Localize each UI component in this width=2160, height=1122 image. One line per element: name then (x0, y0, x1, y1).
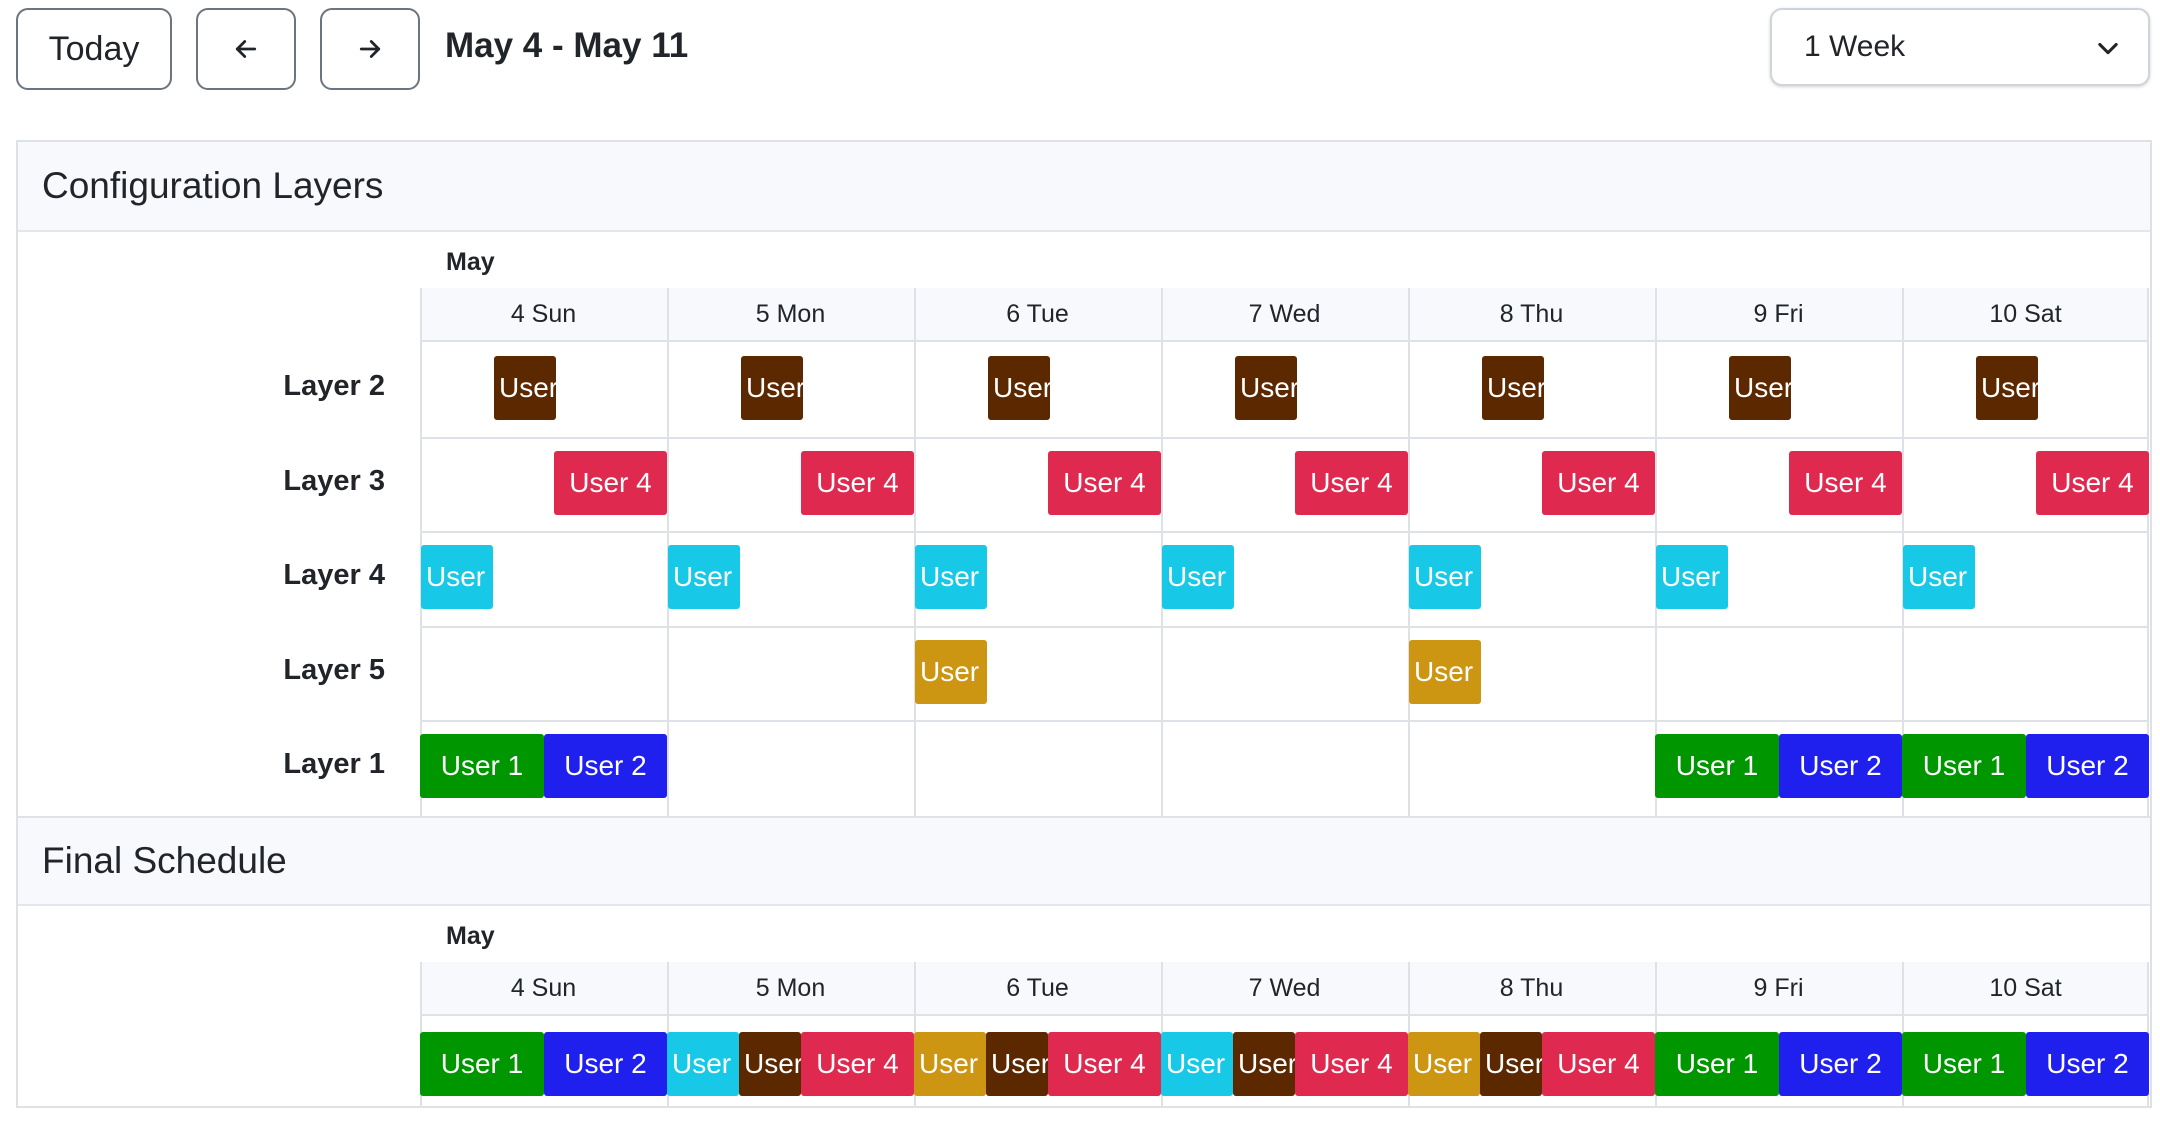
view-range-value: 1 Week (1804, 30, 1906, 63)
chevron-down-icon (2098, 42, 2118, 55)
layer-event[interactable]: User (1409, 545, 1481, 609)
final-schedule-event[interactable]: User 2 (2026, 1032, 2149, 1096)
next-week-button[interactable] (320, 8, 420, 90)
final-schedule-event[interactable]: User 4 (801, 1032, 914, 1096)
view-range-select[interactable]: 1 Week (1770, 8, 2150, 86)
layer-event[interactable]: User 2 (544, 734, 667, 798)
layer-label-1: Layer 3 (283, 464, 385, 497)
layer-row-divider (420, 531, 2149, 533)
day-header-1: 4 Sun (420, 962, 667, 1014)
final-schedule-event[interactable]: User 2 (544, 1032, 667, 1096)
day-header-6: 9 Fri (1655, 962, 1902, 1014)
layer-event[interactable]: User (741, 356, 803, 420)
layer-event[interactable]: User (1656, 545, 1728, 609)
previous-week-button[interactable] (196, 8, 296, 90)
final-schedule-event[interactable]: User (1233, 1032, 1295, 1096)
layer-label-2: Layer 4 (283, 559, 385, 591)
day-header-2: 5 Mon (667, 288, 914, 340)
month-label: May (446, 922, 495, 950)
day-header-divider (420, 340, 2149, 342)
layer-event[interactable]: User 1 (420, 734, 544, 798)
layer-event[interactable]: User (1976, 356, 2038, 420)
day-header-3: 6 Tue (914, 962, 1161, 1014)
final-schedule-event[interactable]: User 4 (1048, 1032, 1161, 1096)
layer-row-divider (420, 720, 2149, 722)
layer-row-divider (420, 436, 2149, 439)
layer-event[interactable]: User (915, 545, 987, 609)
day-header-4: 7 Wed (1161, 288, 1408, 340)
layer-event[interactable]: User (915, 639, 987, 704)
today-button[interactable]: Today (16, 8, 172, 90)
layer-event[interactable]: User 4 (2036, 450, 2149, 515)
layer-event[interactable]: User 4 (1789, 450, 1902, 515)
layer-label-0: Layer 2 (283, 370, 385, 402)
layer-event[interactable]: User (988, 356, 1050, 420)
layer-label-4: Layer 1 (283, 748, 385, 780)
layer-event[interactable]: User 1 (1902, 734, 2026, 798)
month-label: May (446, 248, 495, 276)
layer-event[interactable]: User (1903, 545, 1975, 609)
layer-event[interactable]: User (421, 545, 493, 609)
final-schedule-event[interactable]: User (986, 1032, 1048, 1096)
configuration-layers-timeline: May 4 Sun 5 Mon 6 Tue 7 Wed 8 Thu 9 Fri 10 Sat U… (420, 232, 2150, 816)
day-header-7: 10 Sat (1902, 288, 2149, 340)
day-header-2: 5 Mon (667, 962, 914, 1014)
final-schedule-event[interactable]: User (1480, 1032, 1542, 1096)
final-schedule-event[interactable]: User (667, 1032, 739, 1096)
final-schedule-event[interactable]: User (1161, 1032, 1233, 1096)
layer-event[interactable]: User (1729, 356, 1791, 420)
layer-event[interactable]: User (1162, 545, 1234, 609)
calendar-toolbar: Today May 4 - May 11 1 Week (0, 0, 2160, 120)
day-header-4: 7 Wed (1161, 962, 1408, 1014)
layer-event[interactable]: User 4 (1542, 450, 1655, 515)
layer-event[interactable]: User (1409, 639, 1481, 704)
layer-event[interactable]: User (494, 356, 556, 420)
final-schedule-event[interactable]: User 1 (420, 1032, 544, 1096)
layer-event[interactable]: User (1235, 356, 1297, 420)
final-schedule-event[interactable]: User (914, 1032, 986, 1096)
arrow-right-icon (359, 40, 381, 58)
day-header-1: 4 Sun (420, 288, 667, 340)
day-header-divider (420, 1014, 2149, 1016)
layer-event[interactable]: User 2 (1779, 734, 1902, 798)
layer-label-3: Layer 5 (283, 653, 385, 686)
day-header-6: 9 Fri (1655, 288, 1902, 340)
day-header-3: 6 Tue (914, 288, 1161, 340)
day-header-5: 8 Thu (1408, 288, 1655, 340)
final-schedule-event[interactable]: User (739, 1032, 801, 1096)
final-schedule-event[interactable]: User 4 (1542, 1032, 1655, 1096)
final-schedule-event[interactable]: User 1 (1902, 1032, 2026, 1096)
layer-event[interactable]: User 2 (2026, 734, 2149, 798)
day-header-7: 10 Sat (1902, 962, 2149, 1014)
final-schedule-event[interactable]: User 2 (1779, 1032, 1902, 1096)
final-schedule-event[interactable]: User 1 (1655, 1032, 1779, 1096)
layer-event[interactable]: User 4 (801, 450, 914, 515)
arrow-left-icon (235, 40, 257, 58)
final-schedule-header: Final Schedule (18, 816, 2150, 906)
configuration-layers-header: Configuration Layers (18, 142, 2150, 232)
day-header-5: 8 Thu (1408, 962, 1655, 1014)
layer-row-divider (420, 625, 2149, 628)
final-schedule-event[interactable]: User (1408, 1032, 1480, 1096)
date-range-title: May 4 - May 11 (445, 26, 689, 65)
layer-event[interactable]: User 4 (1048, 450, 1161, 515)
layer-event[interactable]: User 1 (1655, 734, 1779, 798)
final-schedule-event[interactable]: User 4 (1295, 1032, 1408, 1096)
layer-event[interactable]: User (1482, 356, 1544, 420)
layer-event[interactable]: User 4 (554, 450, 667, 515)
final-schedule-timeline: May 4 Sun 5 Mon 6 Tue 7 Wed 8 Thu 9 Fri 10 Sat U… (420, 906, 2150, 1108)
layer-event[interactable]: User (668, 545, 740, 609)
layer-event[interactable]: User 4 (1295, 450, 1408, 515)
